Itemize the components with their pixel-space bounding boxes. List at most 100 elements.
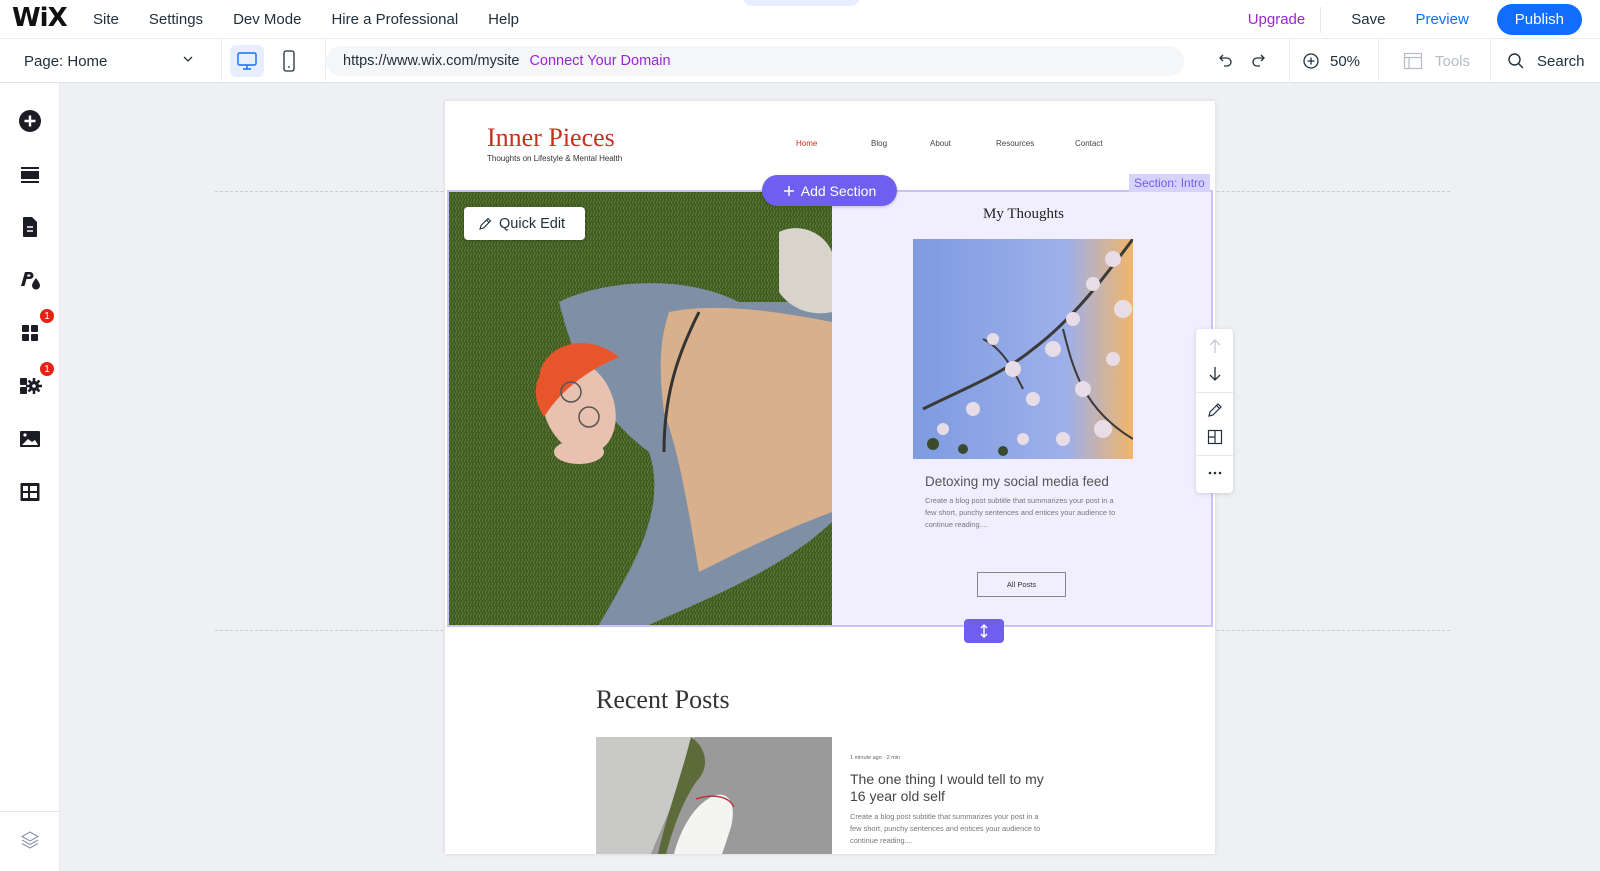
menu-hire-professional[interactable]: Hire a Professional (331, 11, 458, 28)
add-section-button[interactable]: Add Section (762, 175, 897, 206)
collapsed-panel-pill[interactable] (743, 0, 860, 6)
add-section-label: Add Section (800, 182, 877, 199)
redo-icon[interactable] (1249, 52, 1267, 70)
mobile-view-button[interactable] (272, 45, 306, 77)
hero-image[interactable]: Quick Edit (449, 192, 832, 625)
site-tagline[interactable]: Thoughts on Lifestyle & Mental Health (487, 154, 622, 163)
search-icon (1508, 53, 1524, 69)
apps-gear-icon (20, 378, 42, 394)
site-url: https://www.wix.com/mysite (343, 53, 520, 69)
site-nav-blog[interactable]: Blog (871, 139, 887, 148)
blossom-photo (913, 239, 1133, 459)
editor-toolbar: Page: Home https://www.wix.com/mysite Co… (0, 39, 1600, 83)
recent-post-title[interactable]: The one thing I would tell to my 16 year… (850, 771, 1050, 805)
sidebar-item-layers[interactable] (17, 827, 43, 853)
sidebar-item-media[interactable] (17, 426, 43, 452)
tools-icon (1403, 52, 1423, 70)
pencil-icon (1207, 403, 1222, 417)
arrow-down-icon (1209, 367, 1220, 381)
sidebar-item-cms[interactable] (17, 479, 43, 505)
resize-vertical-icon (980, 623, 988, 639)
upgrade-link[interactable]: Upgrade (1233, 6, 1322, 33)
hero-photo (449, 192, 832, 625)
all-posts-button[interactable]: All Posts (977, 572, 1066, 597)
device-switcher (222, 39, 326, 83)
quick-edit-button[interactable]: Quick Edit (464, 207, 585, 240)
pencil-icon (479, 217, 492, 230)
toolbar-divider (1196, 392, 1233, 393)
recent-posts-heading[interactable]: Recent Posts (596, 685, 730, 715)
image-icon (20, 431, 40, 447)
site-nav-about[interactable]: About (930, 139, 951, 148)
toolbar-divider (1196, 455, 1233, 456)
layers-icon (20, 831, 40, 849)
blog-post-subtitle: Create a blog post subtitle that summari… (925, 496, 1116, 529)
mobile-icon (283, 50, 295, 72)
intro-section[interactable]: Quick Edit My Thoughts Detoxing my socia… (447, 190, 1213, 627)
search-button[interactable]: Search (1491, 39, 1600, 83)
site-title[interactable]: Inner Pieces (487, 123, 615, 153)
publish-button[interactable]: Publish (1496, 4, 1582, 35)
sidebar-item-pages[interactable] (17, 214, 43, 240)
chevron-down-icon (183, 56, 193, 62)
plus-circle-icon (19, 110, 41, 132)
recent-post-subtitle: Create a blog post subtitle that summari… (850, 812, 1041, 845)
search-label: Search (1537, 52, 1585, 70)
section-floating-toolbar (1196, 329, 1233, 493)
zoom-control[interactable]: 50% (1290, 39, 1379, 83)
site-page: Inner Pieces Thoughts on Lifestyle & Men… (445, 101, 1215, 854)
arrow-up-icon (1209, 339, 1220, 353)
url-bar: https://www.wix.com/mysite Connect Your … (326, 46, 1184, 76)
page-icon (23, 217, 37, 237)
zoom-level: 50% (1330, 52, 1361, 70)
edit-section-button[interactable] (1196, 397, 1233, 423)
zoom-in-icon (1303, 53, 1319, 69)
menu-dev-mode[interactable]: Dev Mode (233, 11, 301, 28)
sidebar-divider (0, 811, 60, 812)
quick-edit-label: Quick Edit (499, 215, 566, 232)
recent-post-meta: 1 minute ago · 2 min (850, 755, 901, 761)
top-bar: WiX Site Settings Dev Mode Hire a Profes… (0, 0, 1600, 39)
site-nav-contact[interactable]: Contact (1075, 139, 1103, 148)
sidebar-item-site-design[interactable] (17, 267, 43, 293)
menu-help[interactable]: Help (488, 11, 519, 28)
design-icon (21, 272, 40, 290)
undo-redo (1195, 39, 1290, 83)
sidebar-item-add-apps[interactable]: 1 (17, 308, 55, 346)
menu-site[interactable]: Site (93, 11, 119, 28)
recent-post-image[interactable] (596, 737, 832, 854)
move-down-button[interactable] (1196, 361, 1233, 387)
menu-settings[interactable]: Settings (149, 11, 203, 28)
sidebar-item-add-section[interactable] (17, 161, 43, 187)
section-resize-handle[interactable] (964, 619, 1004, 643)
sidebar-item-add-elements[interactable] (17, 108, 43, 134)
save-button[interactable]: Save (1321, 11, 1401, 28)
preview-button[interactable]: Preview (1401, 11, 1496, 28)
table-icon (20, 483, 40, 501)
page-selector-label: Page: Home (24, 52, 108, 70)
blog-post-title[interactable]: Detoxing my social media feed (925, 474, 1109, 489)
tools-button[interactable]: Tools (1379, 39, 1491, 83)
site-nav-resources[interactable]: Resources (996, 139, 1034, 148)
section-label: Section: Intro (1129, 174, 1210, 192)
sidebar-item-business-apps[interactable]: 1 (17, 361, 55, 399)
intro-heading[interactable]: My Thoughts (832, 206, 1215, 223)
sneaker-photo (596, 737, 832, 854)
layout-icon (1207, 429, 1222, 445)
page-selector[interactable]: Page: Home (0, 39, 222, 83)
desktop-icon (237, 52, 257, 70)
site-nav-home[interactable]: Home (796, 139, 817, 148)
desktop-view-button[interactable] (230, 45, 264, 77)
more-actions-button[interactable] (1196, 460, 1233, 486)
section-layout-button[interactable] (1196, 424, 1233, 450)
wix-logo[interactable]: WiX (12, 3, 68, 33)
plus-icon (783, 185, 794, 196)
left-sidebar: 1 1 (0, 83, 60, 871)
section-icon (21, 167, 39, 183)
connect-domain-link[interactable]: Connect Your Domain (529, 53, 670, 69)
undo-icon[interactable] (1217, 52, 1235, 70)
apps-grid-icon (22, 325, 38, 341)
move-up-button[interactable] (1196, 333, 1233, 359)
top-actions: Upgrade Save Preview Publish (1233, 0, 1582, 39)
blog-post-image[interactable] (913, 239, 1133, 459)
